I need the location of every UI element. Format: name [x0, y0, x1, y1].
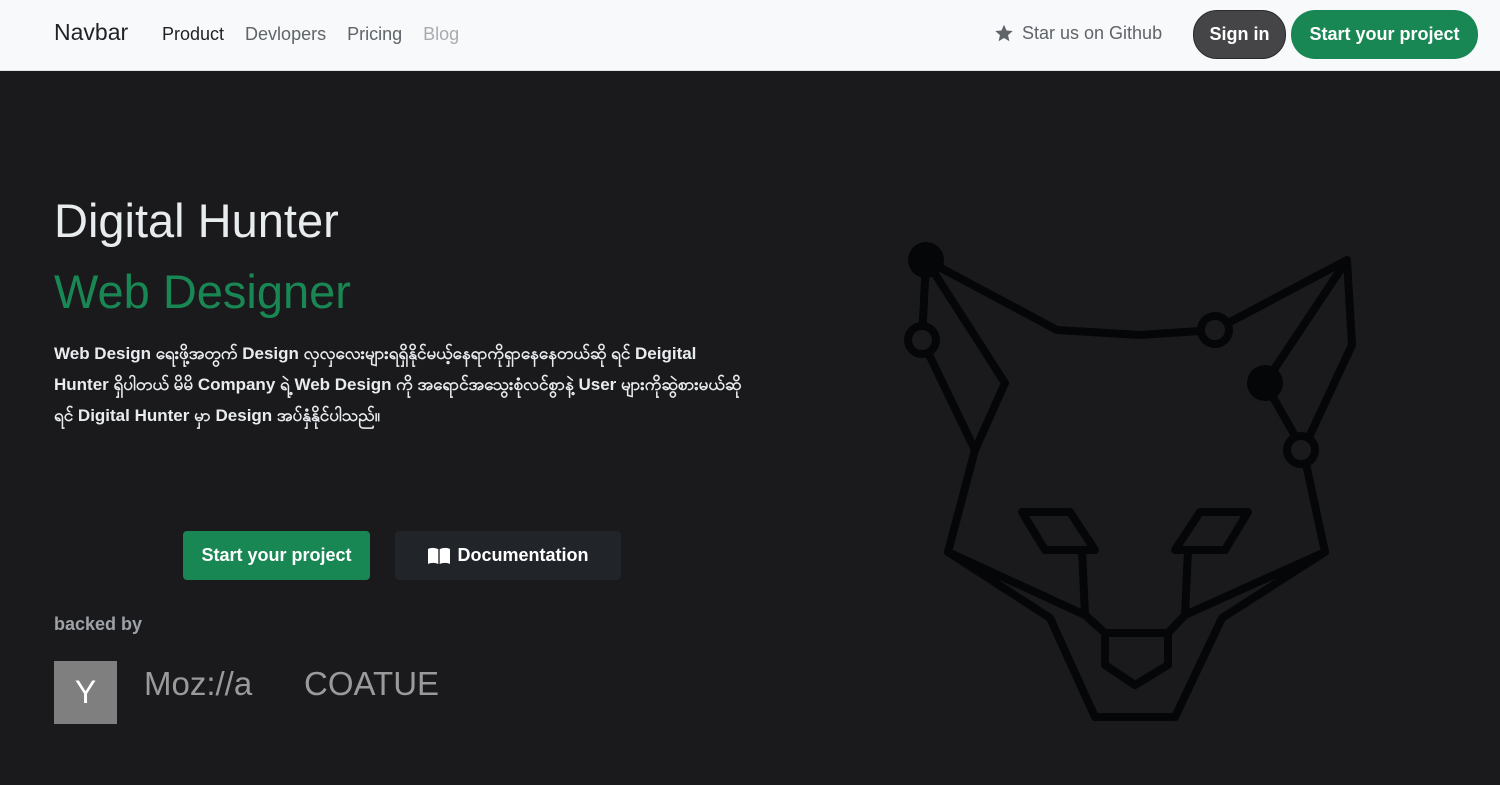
backed-by-label: backed by	[54, 614, 143, 634]
documentation-button[interactable]: Documentation	[395, 531, 621, 580]
nav-link-pricing[interactable]: Pricing	[347, 24, 402, 45]
nav-link-product[interactable]: Product	[162, 24, 224, 45]
nav-link-developers[interactable]: Devlopers	[245, 24, 326, 45]
hero-title: Digital Hunter	[54, 194, 339, 247]
start-project-nav-button[interactable]: Start your project	[1291, 10, 1478, 59]
star-icon	[995, 24, 1013, 42]
nav-links: Product Devlopers Pricing Blog	[162, 24, 480, 45]
start-project-button[interactable]: Start your project	[183, 531, 370, 580]
github-star-link[interactable]: Star us on Github	[993, 23, 1162, 44]
coatue-logo: COATUE	[304, 665, 440, 702]
hero-subtitle: Web Designer	[54, 265, 351, 318]
github-star-label: Star us on Github	[1022, 23, 1163, 43]
ycombinator-logo: Y	[54, 661, 117, 724]
book-icon	[428, 547, 451, 564]
sign-in-button[interactable]: Sign in	[1193, 10, 1286, 59]
hero-description: Web Design ရေးဖို့အတွက် Design လှလှလေးမျ…	[54, 344, 742, 425]
navbar: Navbar Product Devlopers Pricing Blog St…	[0, 0, 1500, 71]
nav-link-blog: Blog	[423, 24, 460, 44]
navbar-brand[interactable]: Navbar	[54, 19, 128, 46]
documentation-label: Documentation	[457, 545, 589, 565]
mozilla-logo: Moz://a	[144, 665, 253, 702]
fox-illustration	[904, 242, 1356, 721]
